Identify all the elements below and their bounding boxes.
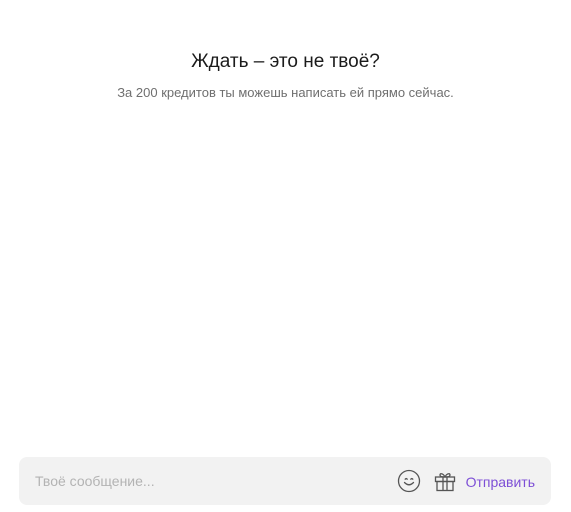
promo-title: Ждать – это не твоё? — [191, 51, 380, 72]
message-input[interactable] — [35, 457, 396, 505]
emoji-button[interactable] — [396, 468, 422, 494]
gift-box-icon — [434, 473, 455, 492]
chat-page: Ждать – это не твоё? За 200 кредитов ты … — [0, 0, 571, 512]
gift-button[interactable] — [432, 468, 458, 494]
promo-subtitle: За 200 кредитов ты можешь написать ей пр… — [117, 85, 454, 100]
promo-block: Ждать – это не твоё? За 200 кредитов ты … — [0, 50, 571, 102]
smiley-face-icon — [397, 469, 420, 493]
send-button[interactable]: Отправить — [466, 473, 535, 490]
message-composer: Отправить — [19, 457, 551, 505]
